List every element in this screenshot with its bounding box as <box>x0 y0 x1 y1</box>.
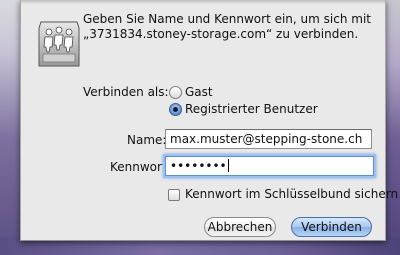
password-label: Kennwort: <box>110 160 171 174</box>
connect-to-server-sheet: Geben Sie Name und Kennwort ein, um sich… <box>20 0 398 241</box>
network-share-drive-icon <box>31 16 87 72</box>
keychain-checkbox[interactable] <box>168 189 180 201</box>
message-line-2: „3731834.stoney-storage.com“ zu verbinde… <box>83 27 359 41</box>
guest-radio-label[interactable]: Gast <box>185 85 213 99</box>
dialog-message: Geben Sie Name und Kennwort ein, um sich… <box>83 12 383 42</box>
sheet-top-shadow <box>21 0 385 4</box>
registered-user-radio-label[interactable]: Registrierter Benutzer <box>185 102 318 116</box>
guest-radio[interactable] <box>169 86 182 99</box>
message-line-1: Geben Sie Name und Kennwort ein, um sich… <box>83 12 371 26</box>
password-input-dots: •••••••• <box>170 159 227 173</box>
password-input[interactable]: •••••••• <box>165 156 374 176</box>
name-label: Name: <box>127 133 167 147</box>
cancel-button[interactable]: Abbrechen <box>204 217 276 237</box>
connect-button[interactable]: Verbinden <box>291 217 372 237</box>
text-caret <box>227 159 229 172</box>
registered-user-radio[interactable] <box>169 103 182 116</box>
connect-as-label: Verbinden als: <box>83 85 169 99</box>
keychain-checkbox-label[interactable]: Kennwort im Schlüsselbund sichern <box>185 187 398 201</box>
name-input[interactable]: max.muster@stepping-stone.ch <box>165 129 372 149</box>
desktop-background-left <box>0 0 22 255</box>
